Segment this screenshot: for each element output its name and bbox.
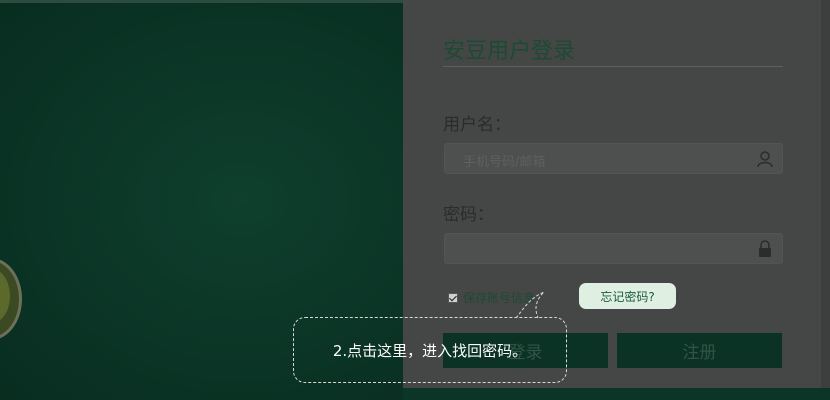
username-placeholder: 手机号码/邮箱	[463, 155, 546, 170]
user-icon	[757, 151, 773, 168]
password-label: 密码：	[443, 205, 494, 225]
panel-bottom-edge	[403, 388, 830, 400]
tooltip-pointer	[515, 291, 545, 319]
register-button[interactable]: 注册	[617, 333, 782, 368]
panel-edge	[821, 0, 830, 400]
password-input[interactable]	[444, 233, 783, 264]
lock-icon	[759, 240, 771, 257]
username-input[interactable]: 手机号码/邮箱	[444, 143, 783, 174]
top-divider	[0, 0, 403, 3]
title-divider	[443, 66, 783, 67]
remember-checkbox[interactable]	[448, 292, 458, 303]
forgot-password-button[interactable]: 忘记密码?	[579, 283, 676, 309]
guide-tooltip: 2.点击这里，进入找回密码。	[293, 317, 567, 383]
username-label: 用户名：	[443, 115, 511, 135]
guide-tooltip-text: 2.点击这里，进入找回密码。	[332, 341, 528, 360]
login-title: 安豆用户登录	[443, 39, 576, 64]
